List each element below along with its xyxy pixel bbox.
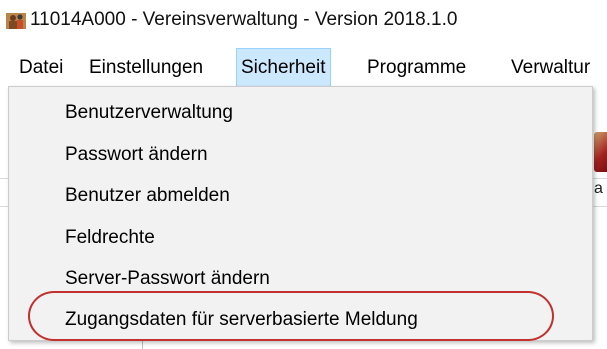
menu-programme[interactable]: Programme: [363, 48, 470, 88]
toolbar-app-icon[interactable]: [594, 132, 607, 172]
menu-item-benutzerverwaltung[interactable]: Benutzerverwaltung: [65, 93, 233, 133]
menu-sicherheit[interactable]: Sicherheit: [236, 48, 331, 88]
title-bar: 11014A000 - Vereinsverwaltung - Version …: [0, 0, 607, 46]
people-app-icon: [6, 13, 26, 29]
sicherheit-dropdown-menu: Benutzerverwaltung Passwort ändern Benut…: [8, 86, 593, 341]
menu-item-passwort-aendern[interactable]: Passwort ändern: [65, 135, 208, 175]
menu-verwaltung[interactable]: Verwaltur: [507, 48, 594, 88]
menu-item-server-passwort-aendern[interactable]: Server-Passwort ändern: [65, 259, 270, 299]
menu-bar: Datei Einstellungen Sicherheit Programme…: [0, 48, 607, 88]
window-title: 11014A000 - Vereinsverwaltung - Version …: [30, 9, 458, 30]
menu-datei[interactable]: Datei: [15, 48, 67, 88]
menu-item-feldrechte[interactable]: Feldrechte: [65, 218, 155, 258]
menu-item-benutzer-abmelden[interactable]: Benutzer abmelden: [65, 176, 230, 216]
background-partial-text: a: [594, 180, 603, 197]
menu-item-zugangsdaten-serverbasierte-meldung[interactable]: Zugangsdaten für serverbasierte Meldung: [65, 300, 418, 340]
menu-einstellungen[interactable]: Einstellungen: [85, 48, 207, 88]
